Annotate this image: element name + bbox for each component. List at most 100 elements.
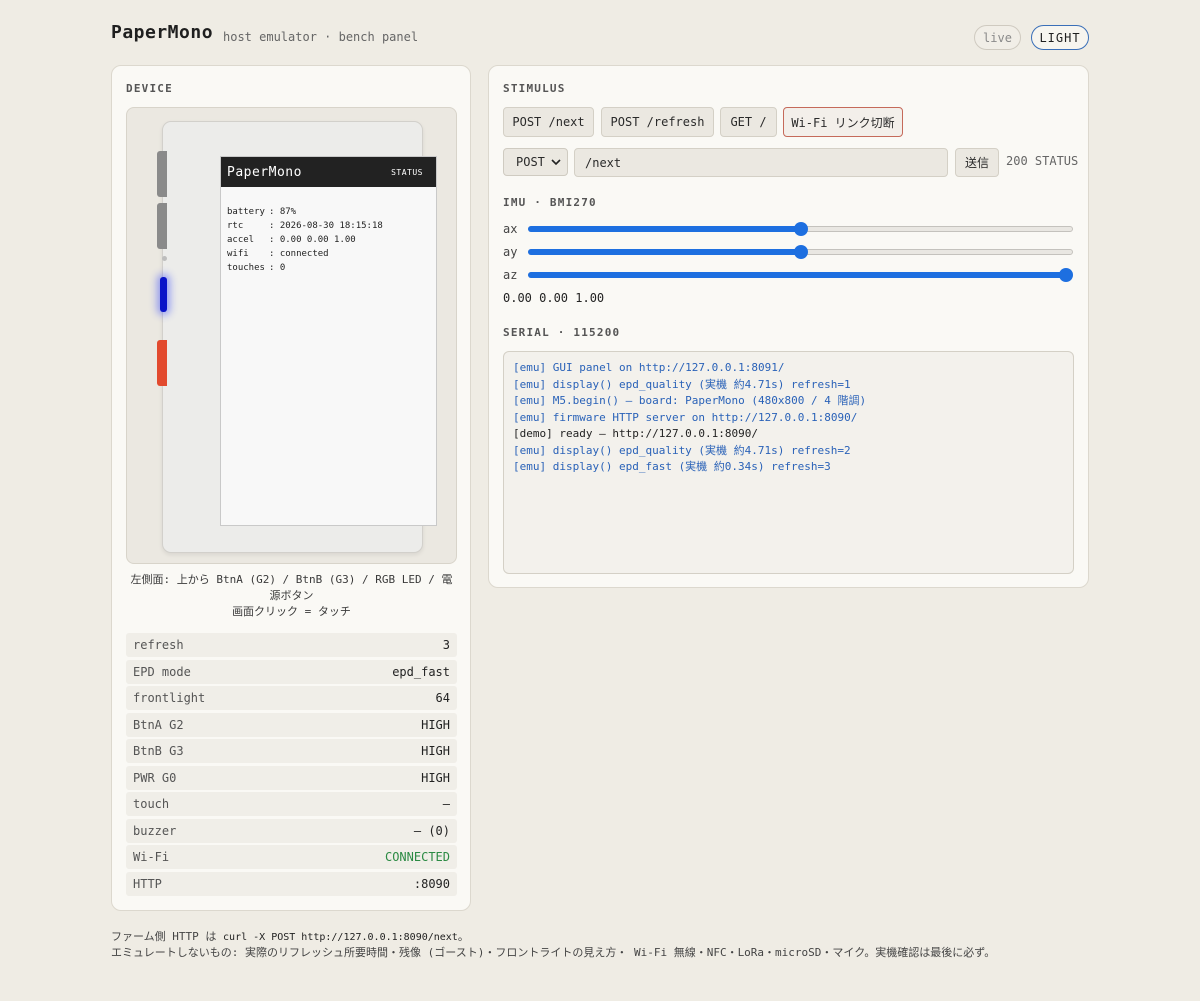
- state-row: frontlight 64: [126, 686, 457, 710]
- state-value: 64: [435, 691, 450, 705]
- state-row: BtnB G3 HIGH: [126, 739, 457, 763]
- device-caption-line2: 画面クリック = タッチ: [232, 605, 351, 618]
- mic-hole: [162, 256, 167, 261]
- state-value: —: [442, 797, 450, 811]
- footer-note-limitations: エミュレートしないもの: 実際のリフレッシュ所要時間・残像 (ゴースト)・フロン…: [111, 946, 996, 959]
- state-key: HTTP: [133, 876, 162, 891]
- state-value: :8090: [413, 876, 450, 891]
- state-table: refresh 3 EPD mode epd_fast frontlight 64 BtnA…: [126, 633, 457, 898]
- slider-thumb[interactable]: [1059, 268, 1073, 282]
- screen-line: rtc : 2026-08-30 18:15:18: [227, 219, 430, 233]
- footer-note-http: ファーム側 HTTP は curl -X POST http://127.0.0…: [111, 928, 469, 944]
- app-subtitle: host emulator · bench panel: [223, 30, 419, 44]
- state-key: frontlight: [133, 691, 206, 705]
- screen-line-key: accel: [227, 235, 255, 245]
- screen-brand: PaperMono: [227, 164, 302, 180]
- footer-http-suffix: 。: [457, 930, 469, 943]
- state-value: — (0): [413, 823, 450, 838]
- device-stage: PaperMono STATUS battery : 87% rtc : 2026-0…: [126, 107, 457, 564]
- state-key: touch: [133, 797, 170, 811]
- screen-line: accel : 0.00 0.00 1.00: [227, 233, 430, 247]
- state-value: CONNECTED: [384, 850, 450, 864]
- serial-log[interactable]: [emu] GUI panel on http://127.0.0.1:8091…: [503, 351, 1074, 574]
- power-button[interactable]: [157, 340, 167, 386]
- wifi-disconnect-button[interactable]: Wi-Fi リンク切断: [783, 107, 903, 137]
- ax-slider[interactable]: [528, 221, 1073, 237]
- ax-label: ax: [503, 222, 518, 236]
- state-key: BtnA G2: [133, 717, 184, 732]
- serial-label: SERIAL · 115200: [503, 326, 621, 339]
- serial-line: [demo] ready — http://127.0.0.1:8090/: [513, 427, 759, 440]
- http-method-select[interactable]: POST: [503, 148, 568, 176]
- state-row: BtnA G2 HIGH: [126, 712, 457, 737]
- screen-line-value: : 87%: [269, 207, 297, 217]
- device-panel: DEVICE PaperMono STATUS battery : 87% rtc:…: [111, 65, 471, 911]
- send-button[interactable]: 送信: [955, 148, 999, 177]
- imu-label: IMU · BMI270: [503, 196, 597, 209]
- screen-line-key: wifi: [227, 249, 249, 259]
- state-value: HIGH: [421, 770, 450, 785]
- screen-line-key: battery: [227, 207, 265, 217]
- state-value: epd_fast: [392, 664, 450, 679]
- device-screen[interactable]: PaperMono STATUS battery : 87% rtc : 2026-0…: [220, 156, 437, 526]
- screen-line-key: rtc: [227, 221, 244, 231]
- btn-a-button[interactable]: [157, 151, 167, 197]
- serial-line: [emu] GUI panel on http://127.0.0.1:8091…: [513, 361, 785, 374]
- screen-line: wifi : connected: [227, 247, 430, 261]
- state-value: HIGH: [421, 744, 450, 758]
- btn-b-button[interactable]: [157, 203, 167, 249]
- get-root-button[interactable]: GET /: [720, 107, 777, 137]
- serial-line: [emu] display() epd_fast (実機 約0.34s) ref…: [513, 460, 831, 473]
- live-toggle[interactable]: live: [974, 25, 1021, 50]
- device-panel-label: DEVICE: [126, 82, 173, 95]
- device-caption-line1: 左側面: 上から BtnA (G2) / BtnB (G3) / RGB LED…: [130, 573, 453, 602]
- screen-line-value: : 0: [269, 263, 286, 273]
- ay-slider[interactable]: [528, 244, 1073, 260]
- state-key: buzzer: [133, 823, 177, 838]
- stimulus-panel-label: STIMULUS: [503, 82, 566, 95]
- screen-line-value: : 2026-08-30 18:15:18: [269, 221, 383, 231]
- chevron-down-icon: [551, 159, 561, 166]
- az-slider[interactable]: [528, 267, 1073, 283]
- screen-line-value: : 0.00 0.00 1.00: [269, 235, 356, 245]
- serial-line: [emu] display() epd_quality (実機 約4.71s) …: [513, 377, 851, 391]
- footer-http-prefix: ファーム側 HTTP は: [111, 930, 224, 943]
- slider-thumb[interactable]: [794, 245, 808, 259]
- rgb-led: [160, 277, 167, 312]
- screen-line: battery : 87%: [227, 205, 430, 219]
- state-value: HIGH: [421, 717, 450, 732]
- screen-line: touches: 0: [227, 261, 430, 275]
- state-row: Wi-Fi CONNECTED: [126, 845, 457, 869]
- path-input[interactable]: [574, 148, 948, 177]
- state-row: HTTP :8090: [126, 871, 457, 896]
- serial-line: [emu] firmware HTTP server on http://127…: [513, 410, 858, 424]
- theme-toggle[interactable]: LIGHT: [1031, 25, 1089, 50]
- state-row: touch —: [126, 792, 457, 816]
- state-value: 3: [442, 638, 450, 652]
- screen-status-lines: battery : 87% rtc : 2026-08-30 18:15:18 acce…: [221, 187, 436, 275]
- state-key: BtnB G3: [133, 744, 184, 758]
- state-row: EPD mode epd_fast: [126, 659, 457, 684]
- app-title: PaperMono: [111, 22, 214, 43]
- slider-thumb[interactable]: [794, 222, 808, 236]
- state-key: Wi-Fi: [133, 850, 170, 864]
- post-next-button[interactable]: POST /next: [503, 107, 594, 137]
- serial-line: [emu] M5.begin() — board: PaperMono (480…: [513, 394, 867, 407]
- http-method-value: POST: [516, 155, 545, 169]
- http-status-text: 200 STATUS: [1006, 154, 1079, 168]
- state-row: PWR G0 HIGH: [126, 765, 457, 790]
- screen-line-value: : connected: [269, 249, 329, 259]
- state-key: refresh: [133, 638, 184, 652]
- serial-line: [emu] display() epd_quality (実機 約4.71s) …: [513, 443, 851, 457]
- stimulus-panel: STIMULUS POST /next POST /refresh GET / …: [488, 65, 1089, 588]
- az-label: az: [503, 268, 518, 282]
- state-row: buzzer — (0): [126, 818, 457, 843]
- ay-label: ay: [503, 245, 518, 259]
- device-body: PaperMono STATUS battery : 87% rtc : 2026-0…: [162, 121, 437, 553]
- device-caption: 左側面: 上から BtnA (G2) / BtnB (G3) / RGB LED…: [126, 572, 457, 620]
- state-key: PWR G0: [133, 770, 177, 785]
- screen-status-label: STATUS: [391, 167, 423, 177]
- post-refresh-button[interactable]: POST /refresh: [601, 107, 714, 137]
- slider-fill: [528, 226, 801, 232]
- footer-curl-command: curl -X POST http://127.0.0.1:8090/next: [223, 932, 458, 943]
